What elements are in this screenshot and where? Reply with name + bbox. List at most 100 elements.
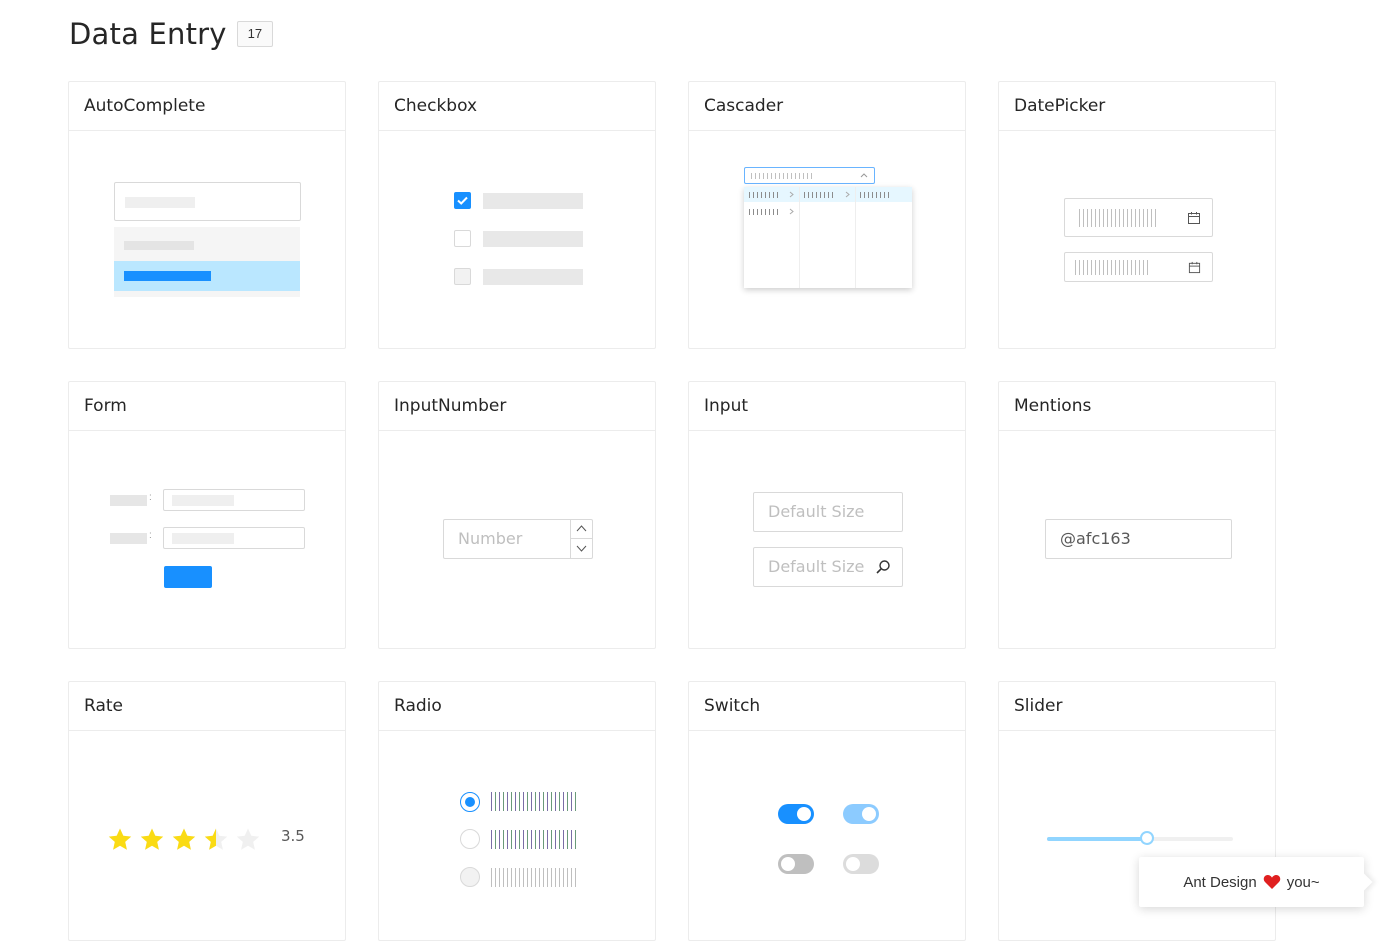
switch-handle	[781, 857, 795, 871]
radio-unchecked[interactable]	[460, 829, 480, 849]
switch-off-disabled[interactable]	[843, 854, 879, 874]
cascader-input[interactable]	[744, 167, 875, 184]
radio-label-bar	[491, 868, 577, 887]
form-label-bar	[110, 533, 147, 544]
star-icon[interactable]	[107, 827, 133, 853]
check-icon	[457, 196, 468, 205]
chevron-down-icon	[576, 545, 587, 552]
card-switch[interactable]: Switch	[688, 681, 966, 941]
checkbox-label-bar	[483, 193, 583, 209]
autocomplete-preview	[69, 131, 345, 349]
rate-preview: 3.5	[69, 731, 345, 949]
active-option-bar	[124, 271, 211, 281]
checkbox-unchecked[interactable]	[454, 230, 471, 247]
switch-handle	[862, 807, 876, 821]
card-title: Cascader	[689, 82, 965, 131]
radio-disabled[interactable]	[460, 867, 480, 887]
star-icon[interactable]	[203, 827, 229, 853]
card-form[interactable]: Form : :	[68, 381, 346, 649]
rate-value: 3.5	[281, 827, 305, 845]
number-input[interactable]: Number	[443, 519, 593, 559]
card-checkbox[interactable]: Checkbox	[378, 81, 656, 349]
autocomplete-dropdown	[114, 227, 300, 297]
chevron-up-icon	[576, 525, 587, 532]
card-title: DatePicker	[999, 82, 1275, 131]
card-datepicker[interactable]: DatePicker	[998, 81, 1276, 349]
card-title: Input	[689, 382, 965, 431]
form-label-colon: :	[149, 492, 152, 503]
slider-preview	[999, 731, 1275, 949]
card-mentions[interactable]: Mentions @afc163	[998, 381, 1276, 649]
checkbox-label-bar	[483, 269, 583, 285]
chevron-up-icon	[860, 173, 868, 178]
toast-message: Ant Design you~	[1139, 857, 1364, 907]
checkbox-checked[interactable]	[454, 192, 471, 209]
card-inputnumber[interactable]: InputNumber Number	[378, 381, 656, 649]
cascader-option[interactable]	[804, 192, 836, 198]
dropdown-option-active[interactable]	[114, 261, 300, 291]
cascader-option[interactable]	[860, 192, 892, 198]
card-title: Switch	[689, 682, 965, 731]
cascader-menu	[744, 187, 912, 288]
slider-handle[interactable]	[1140, 831, 1155, 845]
increment-button[interactable]	[571, 520, 592, 539]
card-input[interactable]: Input Default Size Default Size	[688, 381, 966, 649]
datepicker-preview	[999, 131, 1275, 349]
radio-preview	[379, 731, 655, 949]
calendar-icon	[1188, 212, 1200, 224]
date-input-small[interactable]	[1064, 252, 1213, 282]
checkbox-preview	[379, 131, 655, 349]
search-input[interactable]: Default Size	[753, 547, 903, 587]
date-input-large[interactable]	[1064, 198, 1213, 237]
card-title: Rate	[69, 682, 345, 731]
autocomplete-input[interactable]	[114, 182, 301, 221]
form-input[interactable]	[163, 527, 305, 549]
radio-checked[interactable]	[460, 792, 480, 812]
decrement-button[interactable]	[571, 539, 592, 558]
star-icon[interactable]	[235, 827, 261, 853]
card-rate[interactable]: Rate 3.5	[68, 681, 346, 941]
input-placeholder-bar	[125, 197, 195, 208]
card-title: InputNumber	[379, 382, 655, 431]
search-icon[interactable]	[875, 559, 891, 575]
star-icon[interactable]	[139, 827, 165, 853]
checkbox-label-bar	[483, 231, 583, 247]
switch-on-disabled[interactable]	[843, 804, 879, 824]
switch-on[interactable]	[778, 804, 814, 824]
component-count-badge: 17	[236, 21, 274, 47]
input-preview: Default Size Default Size	[689, 431, 965, 649]
dropdown-option[interactable]	[124, 241, 194, 250]
toast-text-before: Ant Design	[1183, 873, 1257, 891]
card-title: Checkbox	[379, 82, 655, 131]
form-submit-button[interactable]	[164, 566, 212, 588]
text-input[interactable]: Default Size	[753, 492, 903, 532]
radio-label-bar	[491, 792, 577, 811]
star-icon[interactable]	[171, 827, 197, 853]
rate-stars[interactable]	[107, 827, 267, 853]
heart-icon	[1263, 875, 1280, 889]
column-divider	[799, 187, 800, 288]
cascader-preview	[689, 131, 965, 349]
form-input[interactable]	[163, 489, 305, 511]
number-stepper[interactable]	[570, 520, 592, 558]
card-cascader[interactable]: Cascader	[688, 81, 966, 349]
radio-label-bar	[491, 830, 577, 849]
cascader-option[interactable]	[749, 192, 781, 198]
slider-track	[1047, 837, 1148, 841]
card-radio[interactable]: Radio	[378, 681, 656, 941]
calendar-icon	[1188, 261, 1201, 274]
switch-handle	[797, 807, 811, 821]
switch-off[interactable]	[778, 854, 814, 874]
cascader-input-text	[751, 173, 815, 179]
cascader-option[interactable]	[749, 209, 781, 215]
card-title: Form	[69, 382, 345, 431]
slider-rail[interactable]	[1047, 831, 1233, 845]
mentions-input[interactable]: @afc163	[1045, 519, 1232, 559]
checkbox-disabled[interactable]	[454, 268, 471, 285]
date-input-text	[1079, 209, 1159, 227]
radio-dot	[465, 797, 475, 807]
card-title: Slider	[999, 682, 1275, 731]
form-label-bar	[110, 495, 147, 506]
chevron-right-icon	[789, 208, 794, 215]
card-autocomplete[interactable]: AutoComplete	[68, 81, 346, 349]
